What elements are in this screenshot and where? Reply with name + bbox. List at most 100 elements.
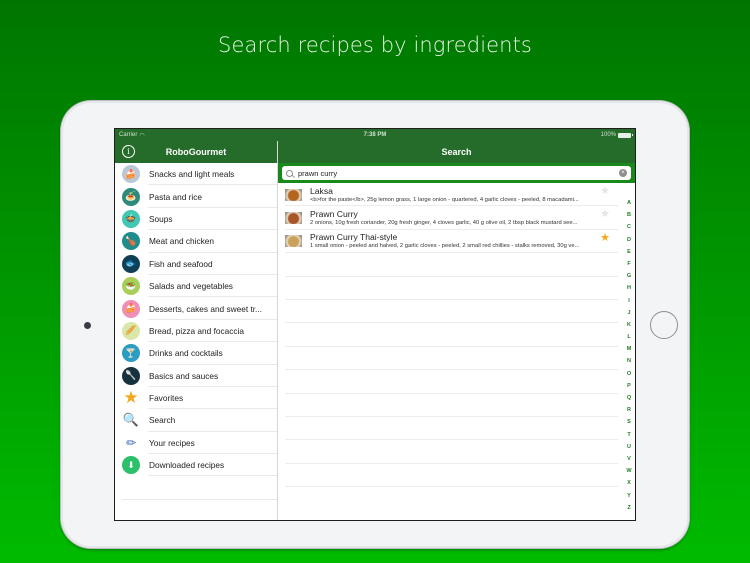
empty-row [278,347,623,371]
index-letter[interactable]: C [627,221,631,233]
sidebar-item-basics-and-sauces[interactable]: 🥄 Basics and sauces [115,365,277,388]
sidebar-item-snacks-and-light-meals[interactable]: 🍰 Snacks and light meals [115,163,277,186]
search-icon: 🔍 [122,412,140,428]
sidebar-item-label: Soups [149,213,173,224]
pencil-icon: ✏ [125,435,137,450]
recipe-thumbnail [285,212,302,225]
search-field[interactable]: × [282,166,631,180]
index-letter[interactable]: V [627,453,631,465]
index-letter[interactable]: B [627,209,631,221]
result-text: Laksa <b>for the paste</b>, 25g lemon gra… [310,186,623,204]
separator [122,499,277,500]
favorite-star-icon[interactable]: ★ [600,184,610,197]
favorite-star-icon[interactable]: ★ [600,207,610,220]
sidebar-item-desserts-cakes-and-sweet-tr[interactable]: 🍰 Desserts, cakes and sweet tr... [115,297,277,321]
sidebar-item-label: Search [149,415,176,426]
index-letter[interactable]: M [627,343,632,355]
index-letter[interactable]: O [627,368,631,380]
index-letter[interactable]: E [627,246,631,258]
index-letter[interactable]: I [628,295,630,307]
index-letter[interactable]: X [627,477,631,489]
index-letter[interactable]: Y [627,490,631,502]
search-input[interactable] [298,168,619,178]
index-letter[interactable]: U [627,441,631,453]
result-row[interactable]: Prawn Curry Thai-style 1 small onion - pe… [278,230,623,254]
camera [84,322,91,329]
info-icon[interactable]: i [122,145,135,158]
index-letter[interactable]: A [627,197,631,209]
recipe-title: Prawn Curry [310,209,358,220]
sidebar-item-label: Bread, pizza and focaccia [149,325,245,336]
favorite-star-icon[interactable]: ★ [600,231,610,244]
index-letter[interactable]: Q [627,392,631,404]
sidebar-item-label: Meat and chicken [149,236,215,247]
sidebar-item-salads-and-vegetables[interactable]: 🥗 Salads and vegetables [115,275,277,298]
sidebar-item-drinks-and-cocktails[interactable]: 🍸 Drinks and cocktails [115,342,277,365]
index-letter[interactable]: F [627,258,630,270]
index-letter[interactable]: N [627,355,631,367]
soup-icon: 🍲 [122,209,140,228]
sidebar-item-soups[interactable]: 🍲 Soups [115,208,277,231]
index-letter[interactable]: R [627,404,631,416]
index-letter[interactable]: T [627,429,630,441]
index-letter[interactable]: J [627,307,630,319]
index-letter[interactable]: S [627,416,631,428]
recipe-ingredients: 2 onions, 10g fresh coriander, 20g fresh… [310,220,578,227]
recipe-title: Prawn Curry Thai-style [310,232,398,243]
sidebar-item-meat-and-chicken[interactable]: 🍗 Meat and chicken [115,230,277,253]
index-letter[interactable]: L [627,331,630,343]
app-screen: Carrier ◠ 7:38 PM 100% i RoboGourmet Sea… [114,128,636,521]
star-icon: ★ [123,388,139,408]
result-text: Prawn Curry Thai-style 1 small onion - pe… [310,232,623,250]
bread-icon: 🥖 [122,321,140,340]
sidebar-item-label: Drinks and cocktails [149,348,223,359]
index-letter[interactable]: D [627,234,631,246]
meat-icon: 🍗 [122,232,140,251]
sidebar-item-downloaded-recipes[interactable]: ⬇ Downloaded recipes [115,454,277,477]
recipe-ingredients: <b>for the paste</b>, 25g lemon grass, 1… [310,196,579,203]
result-row[interactable]: Laksa <b>for the paste</b>, 25g lemon gra… [278,183,623,207]
result-row[interactable]: Prawn Curry 2 onions, 10g fresh coriander… [278,206,623,231]
sidebar-item-label: Pasta and rice [149,191,203,202]
empty-row [278,417,623,441]
sidebar-navbar: i RoboGourmet [115,141,277,163]
home-button[interactable] [650,311,678,339]
battery-percent: 100% [600,132,616,138]
download-icon: ⬇ [122,456,140,475]
cocktail-icon: 🍸 [122,344,140,363]
main-navbar: Search [278,141,635,163]
sidebar-item-fish-and-seafood[interactable]: 🐟 Fish and seafood [115,253,277,276]
recipe-title: Laksa [310,185,333,196]
sidebar-item-label: Your recipes [149,437,195,448]
recipe-ingredients: 1 small onion - peeled and halved, 2 gar… [310,243,580,250]
empty-row [278,370,623,394]
battery-icon [618,132,633,138]
results-list: Laksa <b>for the paste</b>, 25g lemon gra… [278,183,623,520]
sidebar-item-bread-pizza-and-focaccia[interactable]: 🥖 Bread, pizza and focaccia [115,320,277,343]
index-letter[interactable]: Z [627,502,630,514]
sidebar-item-pasta-and-rice[interactable]: 🍝 Pasta and rice [115,185,277,209]
empty-row [278,300,623,324]
index-letter[interactable]: G [627,270,631,282]
sidebar-item-favorites[interactable]: ★ Favorites [115,387,277,410]
empty-row [278,323,623,348]
index-letter[interactable]: W [626,465,631,477]
sidebar: 🍰 Snacks and light meals 🍝 Pasta and rice 🍲 S… [115,163,277,520]
clear-search-icon[interactable]: × [619,169,627,177]
index-letter[interactable]: H [627,282,631,294]
sidebar-item-label: Salads and vegetables [149,281,233,292]
sidebar-item-label: Basics and sauces [149,370,219,381]
index-letter[interactable]: P [627,380,631,392]
recipe-thumbnail [285,188,302,201]
alphabet-index[interactable]: ABCDEFGHIJKLMNOPQRSTUVWXYZ [623,197,635,514]
result-text: Prawn Curry 2 onions, 10g fresh coriander… [310,209,623,227]
empty-row [278,394,623,418]
index-letter[interactable]: K [627,319,631,331]
status-bar: Carrier ◠ 7:38 PM 100% [115,129,635,141]
empty-row [278,253,623,277]
empty-row [278,464,623,488]
sidebar-item-your-recipes[interactable]: ✏ Your recipes [115,432,277,455]
search-bar: × [278,163,635,183]
headline: Search recipes by ingredients [218,33,532,57]
sidebar-item-search[interactable]: 🔍 Search [115,409,277,433]
